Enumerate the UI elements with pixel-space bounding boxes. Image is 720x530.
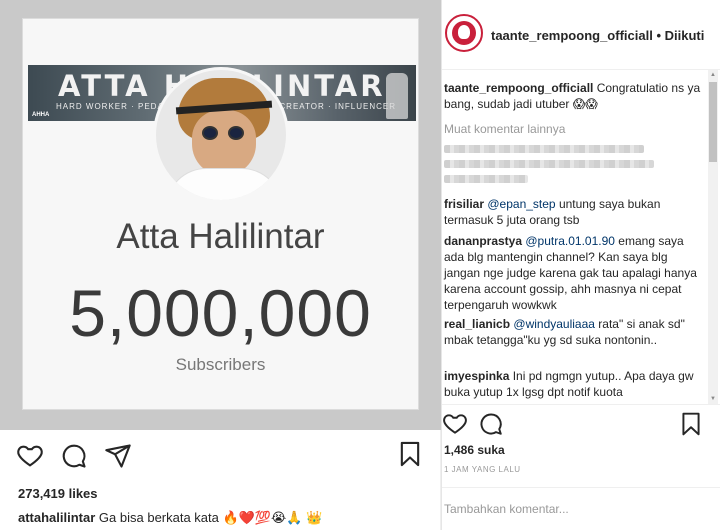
add-comment-bar <box>442 487 720 530</box>
header-user-line: taante_rempoong_officiall • Diikuti <box>491 28 704 43</box>
comments-list: taante_rempoong_officiall Congratulatio … <box>442 70 708 400</box>
heart-icon[interactable] <box>16 442 44 470</box>
caption-username[interactable]: attahalilintar <box>18 510 95 525</box>
post-sidebar: taante_rempoong_officiall • Diikuti taan… <box>441 0 720 530</box>
banner-tag: AHHA <box>32 112 50 118</box>
follow-status-button[interactable]: Diikuti <box>665 28 705 43</box>
youtube-subscriber-card: ATTA HALILINTAR HARD WORKER · PEDAGO CRE… <box>22 18 419 410</box>
scroll-down-arrow-icon[interactable]: ▼ <box>709 395 717 403</box>
bookmark-icon[interactable] <box>678 411 704 437</box>
comment-item: dananprastya @putra.01.01.90 emang saya … <box>444 233 702 313</box>
profile-avatar[interactable] <box>445 14 483 52</box>
comment-username[interactable]: frisiliar <box>444 197 484 211</box>
sidebar-likes-count[interactable]: 1,486 suka <box>444 443 505 457</box>
subscriber-label: Subscribers <box>175 355 266 374</box>
banner-subtitle-right: CREATOR · INFLUENCER <box>279 102 396 111</box>
post-action-bar: 273,419 likes attahalilintar Ga bisa ber… <box>0 430 441 530</box>
comment-mention[interactable]: @epan_step <box>487 197 555 211</box>
post-image[interactable]: ATTA HALILINTAR HARD WORKER · PEDAGO CRE… <box>0 0 441 430</box>
avatar-logo-face <box>458 25 470 39</box>
caption-text: Ga bisa berkata kata 🔥❤️💯😭🙏 👑 <box>98 510 323 525</box>
blurred-comment <box>444 145 654 189</box>
channel-avatar <box>153 67 289 203</box>
post-caption: attahalilintar Ga bisa berkata kata 🔥❤️💯… <box>18 510 322 526</box>
post-header: taante_rempoong_officiall • Diikuti <box>442 0 720 70</box>
channel-name: Atta Halilintar <box>116 217 325 256</box>
scroll-up-arrow-icon[interactable]: ▲ <box>709 71 717 79</box>
avatar-sunglass-left <box>202 126 218 140</box>
sidebar-action-bar: 1,486 suka 1 JAM YANG LALU <box>442 404 720 530</box>
comment-item: imyespinka Ini pd ngmgn yutup.. Apa daya… <box>444 368 702 400</box>
comment-username[interactable]: dananprastya <box>444 234 522 248</box>
avatar-sunglass-right <box>228 126 244 140</box>
share-icon[interactable] <box>104 442 132 470</box>
banner-figure <box>386 73 408 119</box>
comment-username[interactable]: real_lianicb <box>444 317 510 331</box>
comment-username[interactable]: taante_rempoong_officiall <box>444 81 593 95</box>
load-more-comments[interactable]: Muat komentar lainnya <box>444 122 565 136</box>
header-separator: • <box>656 28 661 43</box>
comment-item: taante_rempoong_officiall Congratulatio … <box>444 80 702 112</box>
comments-scrollbar[interactable]: ▲ ▼ <box>708 70 718 404</box>
header-username[interactable]: taante_rempoong_officiall <box>491 28 653 43</box>
subscriber-count: 5,000,000 <box>69 276 372 350</box>
comment-icon[interactable] <box>60 442 88 470</box>
comment-item: real_lianicb @windyauliaaa rata" si anak… <box>444 316 702 348</box>
scrollbar-thumb[interactable] <box>709 82 717 162</box>
add-comment-input[interactable] <box>444 502 684 516</box>
comment-item: frisiliar @epan_step untung saya bukan t… <box>444 196 702 228</box>
heart-icon[interactable] <box>442 411 468 437</box>
likes-count[interactable]: 273,419 likes <box>18 486 98 501</box>
comment-username[interactable]: imyespinka <box>444 369 509 383</box>
bookmark-icon[interactable] <box>396 440 424 468</box>
comment-mention[interactable]: @putra.01.01.90 <box>525 234 615 248</box>
post-timestamp[interactable]: 1 JAM YANG LALU <box>444 465 521 474</box>
avatar-shirt <box>166 168 282 200</box>
comment-mention[interactable]: @windyauliaaa <box>513 317 595 331</box>
comment-icon[interactable] <box>478 411 504 437</box>
avatar-face <box>192 110 256 176</box>
